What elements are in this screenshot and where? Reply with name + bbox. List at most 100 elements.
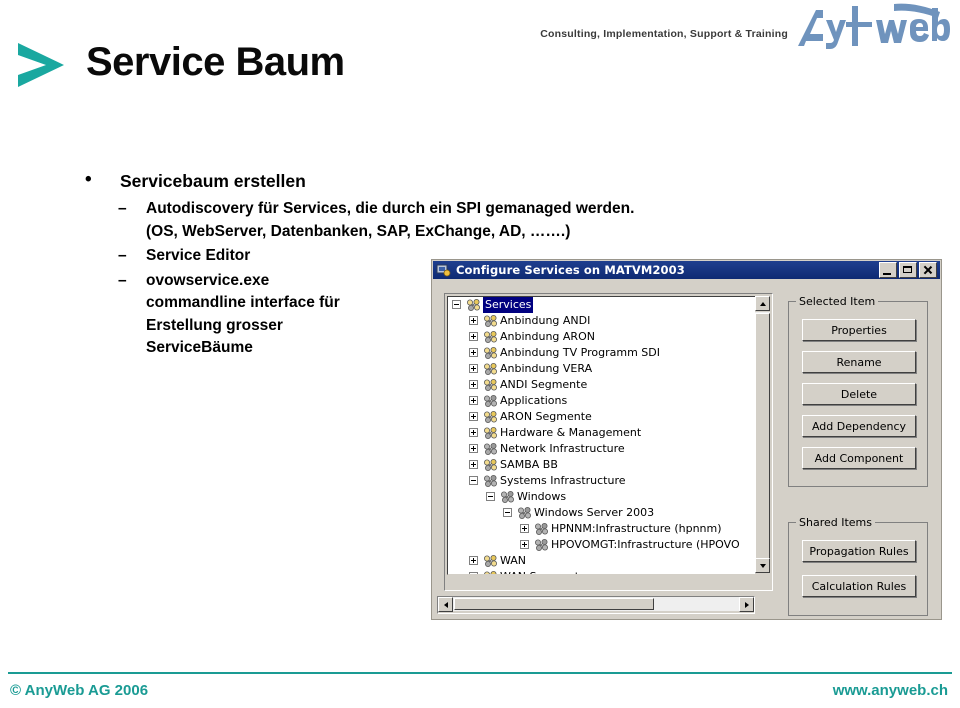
expand-icon[interactable] xyxy=(469,364,478,373)
tree-item[interactable]: Hardware & Management xyxy=(448,425,755,441)
tree-item-label: Hardware & Management xyxy=(500,426,642,439)
close-button[interactable] xyxy=(919,262,937,278)
expand-icon[interactable] xyxy=(469,572,478,574)
expand-icon[interactable] xyxy=(469,396,478,405)
collapse-icon[interactable] xyxy=(452,300,461,309)
expand-icon[interactable] xyxy=(469,380,478,389)
scroll-thumb-horizontal[interactable] xyxy=(454,598,654,610)
service-group-icon xyxy=(483,346,498,360)
tree-item-label: Network Infrastructure xyxy=(500,442,625,455)
tree-item-label: Applications xyxy=(500,394,568,407)
expand-icon[interactable] xyxy=(469,316,478,325)
expand-icon[interactable] xyxy=(520,524,529,533)
service-group-icon xyxy=(483,554,498,568)
tree-item-label: WAN Segmente xyxy=(500,569,586,574)
website-url[interactable]: www.anyweb.ch xyxy=(833,682,948,699)
tree-item[interactable]: Applications xyxy=(448,393,755,409)
tree-item[interactable]: HPNNM:Infrastructure (hpnnm) xyxy=(448,521,755,537)
expand-icon[interactable] xyxy=(469,332,478,341)
expand-icon[interactable] xyxy=(520,540,529,549)
tree-item[interactable]: Anbindung ANDI xyxy=(448,313,755,329)
scroll-right-button[interactable] xyxy=(739,597,754,612)
tree-item-label: Windows Server 2003 xyxy=(534,506,655,519)
tree-item[interactable]: Anbindung VERA xyxy=(448,361,755,377)
scroll-up-button[interactable] xyxy=(755,296,770,311)
tree-horizontal-scrollbar[interactable] xyxy=(437,596,755,614)
expand-icon[interactable] xyxy=(469,428,478,437)
dialog-titlebar[interactable]: Configure Services on MATVM2003 xyxy=(433,261,940,279)
tree-vertical-scrollbar[interactable] xyxy=(755,296,770,573)
window-controls xyxy=(879,262,937,278)
properties-button[interactable]: Properties xyxy=(802,319,916,341)
expand-icon[interactable] xyxy=(469,412,478,421)
add-dependency-button[interactable]: Add Dependency xyxy=(802,415,916,437)
copyright-text: © AnyWeb AG 2006 xyxy=(10,682,149,699)
service-group-icon xyxy=(483,570,498,574)
service-plain-icon xyxy=(500,490,515,504)
calculation-rules-button[interactable]: Calculation Rules xyxy=(802,575,916,597)
service-group-icon xyxy=(483,458,498,472)
tree-item[interactable]: SAMBA BB xyxy=(448,457,755,473)
tree-item-label: Services xyxy=(483,297,534,313)
service-plain-icon xyxy=(483,442,498,456)
tree-item-label: Windows xyxy=(517,490,567,503)
selected-item-group: Selected Item Properties Rename Delete A… xyxy=(788,295,928,487)
service-plain-icon xyxy=(534,538,549,552)
anyweb-logo xyxy=(798,3,950,49)
service-group-icon xyxy=(466,298,481,312)
maximize-button[interactable] xyxy=(899,262,917,278)
bullet-continuation: (OS, WebServer, Datenbanken, SAP, ExChan… xyxy=(146,222,571,240)
collapse-icon[interactable] xyxy=(503,508,512,517)
add-component-button[interactable]: Add Component xyxy=(802,447,916,469)
propagation-rules-button[interactable]: Propagation Rules xyxy=(802,540,916,562)
tree-item[interactable]: Anbindung TV Programm SDI xyxy=(448,345,755,361)
tree-item[interactable]: WAN xyxy=(448,553,755,569)
tree-item-label: Anbindung ANDI xyxy=(500,314,591,327)
tree-item-label: Systems Infrastructure xyxy=(500,474,626,487)
collapse-icon[interactable] xyxy=(469,476,478,485)
scroll-down-button[interactable] xyxy=(755,558,770,573)
bullet-item-4: – ovowservice.exe commandline interface … xyxy=(78,270,376,360)
tree-item-label: WAN xyxy=(500,554,527,567)
expand-icon[interactable] xyxy=(469,556,478,565)
service-plain-icon xyxy=(483,474,498,488)
bullet-item-1: • Servicebaum erstellen xyxy=(78,168,698,194)
bullet-text: ovowservice.exe xyxy=(146,271,270,289)
dialog-title: Configure Services on MATVM2003 xyxy=(456,263,685,277)
minimize-button[interactable] xyxy=(879,262,897,278)
shared-items-group: Shared Items Propagation Rules Calculati… xyxy=(788,516,928,616)
bullet-item-2: – Autodiscovery für Services, die durch … xyxy=(78,198,698,243)
expand-icon[interactable] xyxy=(469,444,478,453)
services-app-icon xyxy=(436,264,451,277)
scroll-thumb-vertical[interactable] xyxy=(755,313,770,561)
rename-button[interactable]: Rename xyxy=(802,351,916,373)
service-plain-icon xyxy=(534,522,549,536)
tree-item-label: HPNNM:Infrastructure (hpnnm) xyxy=(551,522,722,535)
expand-icon[interactable] xyxy=(469,460,478,469)
tree-item[interactable]: Anbindung ARON xyxy=(448,329,755,345)
bullet-text: Service Editor xyxy=(146,247,251,264)
tree-item[interactable]: ANDI Segmente xyxy=(448,377,755,393)
tree-item-label: ARON Segmente xyxy=(500,410,592,423)
tree-item[interactable]: Windows xyxy=(448,489,755,505)
tree-item[interactable]: Systems Infrastructure xyxy=(448,473,755,489)
tree-item-label: Anbindung ARON xyxy=(500,330,595,343)
service-plain-icon xyxy=(517,506,532,520)
bullet-marker: – xyxy=(118,271,127,289)
service-group-icon xyxy=(483,378,498,392)
collapse-icon[interactable] xyxy=(486,492,495,501)
tree-item[interactable]: Services xyxy=(448,297,755,313)
tree-item[interactable]: WAN Segmente xyxy=(448,569,755,574)
tree-item[interactable]: Network Infrastructure xyxy=(448,441,755,457)
page-title: Service Baum xyxy=(86,40,345,84)
tree-item[interactable]: HPOVOMGT:Infrastructure (HPOVO xyxy=(448,537,755,553)
tree-item[interactable]: Windows Server 2003 xyxy=(448,505,755,521)
expand-icon[interactable] xyxy=(469,348,478,357)
tree-item[interactable]: ARON Segmente xyxy=(448,409,755,425)
delete-button[interactable]: Delete xyxy=(802,383,916,405)
scroll-left-button[interactable] xyxy=(438,597,453,612)
service-tree[interactable]: Services Anbindung ANDI Anbindung ARON Anbi… xyxy=(447,296,756,575)
bullet-marker: – xyxy=(118,247,127,264)
tree-item-label: Anbindung VERA xyxy=(500,362,593,375)
group-caption: Selected Item xyxy=(796,295,879,308)
